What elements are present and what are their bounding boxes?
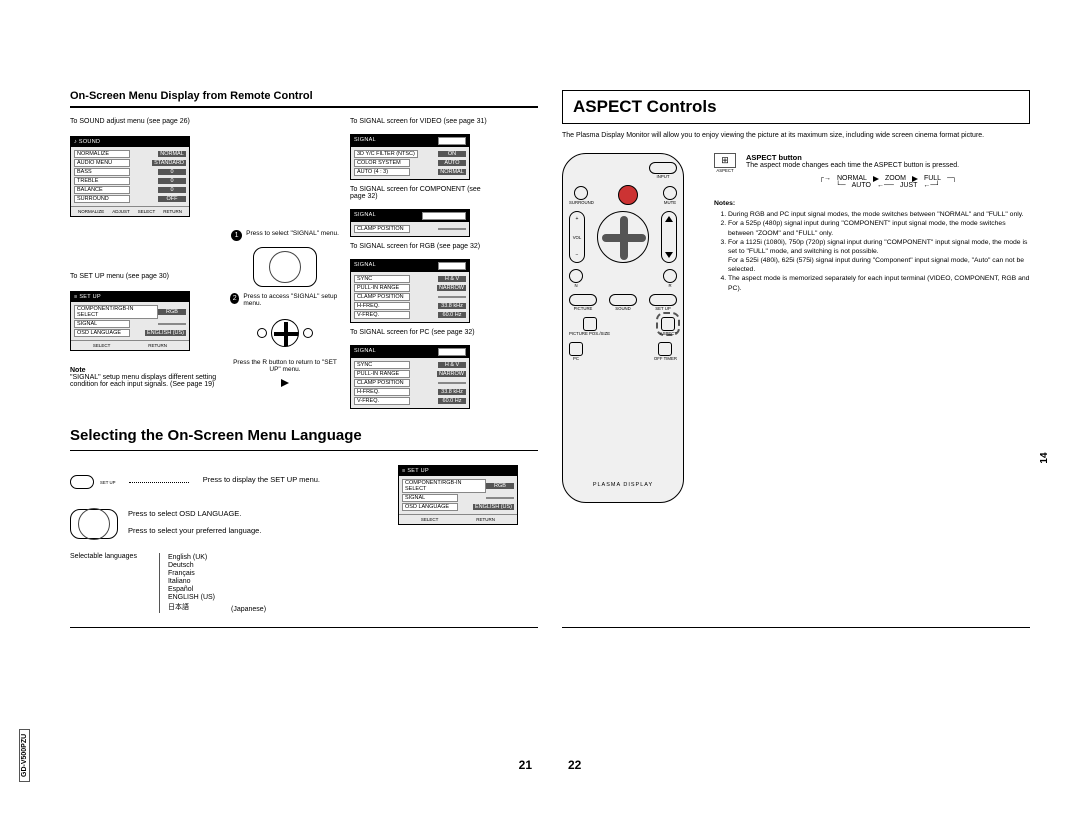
osd-sig-video: SIGNALVIDEO 3D Y/C FILTER (NTSC)ONCOLOR … — [350, 134, 470, 180]
remote-brand: PLASMA DISPLAY — [593, 482, 653, 488]
n-button — [569, 269, 583, 283]
title-aspect: ASPECT Controls — [562, 90, 1030, 124]
notes: Notes: During RGB and PC input signal mo… — [714, 199, 1030, 293]
sound-caption: To SOUND adjust menu (see page 26) — [70, 118, 220, 125]
page-num-22: 22 — [562, 758, 1030, 772]
page-22: ASPECT Controls The Plasma Display Monit… — [562, 90, 1030, 772]
sig-rgb-cap: To SIGNAL screen for RGB (see page 32) — [350, 243, 490, 250]
aspect-intro: The Plasma Display Monitor will allow yo… — [562, 132, 1030, 139]
input-button — [649, 162, 677, 174]
osd-setup: ≡ SET UP COMPONENT/RGB-IN SELECTRGBSIGNA… — [70, 291, 190, 351]
lang-step2: Press to select OSD LANGUAGE. Press to s… — [70, 509, 320, 539]
lang-label: Selectable languages — [70, 553, 137, 613]
remote-mini-icon — [253, 247, 317, 287]
osd-lang: ≡ SET UP COMPONENT/RGB-IN SELECTRGBSIGNA… — [398, 465, 518, 525]
sound-button — [609, 294, 637, 306]
upper-diagram: To SOUND adjust menu (see page 26) ♪ SOU… — [70, 118, 538, 409]
page-spread: On-Screen Menu Display from Remote Contr… — [0, 0, 1080, 832]
lang-step1: SET UP Press to display the SET UP menu. — [70, 475, 320, 489]
subtitle: On-Screen Menu Display from Remote Contr… — [70, 90, 538, 102]
osd-sig-pc: SIGNALPC SYNCH & VPULL-IN RANGENARROWCLA… — [350, 345, 470, 409]
page-num-21: 21 — [70, 758, 538, 772]
volume-rocker: +VOL− — [569, 211, 585, 263]
picpos-button — [583, 317, 597, 331]
arrow-right-icon — [281, 379, 289, 387]
osd-sound: ♪ SOUND NORMALIZENORMALAUDIO MENUSTANDAR… — [70, 136, 190, 217]
picture-button — [569, 294, 597, 306]
aspect-icon: ⊞ — [714, 153, 736, 168]
page-21: On-Screen Menu Display from Remote Contr… — [70, 90, 538, 772]
mute-button — [663, 186, 677, 200]
aspect-desc: The aspect mode changes each time the AS… — [746, 162, 1030, 169]
language-list: English (UK)DeutschFrançaisItalianoEspañ… — [159, 553, 215, 613]
n-button-icon — [303, 328, 313, 338]
aspect-hdr: ASPECT button — [746, 153, 1030, 162]
model-tag: GD-V500PZU — [19, 729, 30, 782]
japanese-note: (Japanese) — [231, 606, 266, 613]
step-1-icon: 1 — [231, 230, 242, 241]
r-button-text: Press the R button to return to "SET UP"… — [230, 359, 340, 373]
r-button-icon — [257, 328, 267, 338]
dpad-large — [597, 211, 649, 263]
signal-note: Note "SIGNAL" setup menu displays differ… — [70, 367, 220, 388]
osd-sig-rgb: SIGNALRGB SYNCH & VPULL-IN RANGENARROWCL… — [350, 259, 470, 323]
step-2-icon: 2 — [230, 293, 239, 304]
step-2-text: Press to access "SIGNAL" setup menu. — [243, 293, 340, 307]
channel-rocker — [661, 211, 677, 263]
aspect-flow: ┌→NORMAL ZOOM FULL─┐ └─AUTO ←──JUST←─┘ — [746, 175, 1030, 189]
setup-button — [649, 294, 677, 306]
pc-button — [569, 342, 583, 356]
aspect-button — [661, 317, 675, 331]
sig-comp-cap: To SIGNAL screen for COMPONENT (see page… — [350, 186, 490, 200]
step-1-text: Press to select "SIGNAL" menu. — [246, 230, 339, 237]
side-page-num: 14 — [1039, 452, 1050, 463]
remote-large: INPUT SURROUND MUTE +VOL− N R PIC — [562, 153, 684, 503]
sig-pc-cap: To SIGNAL screen for PC (see page 32) — [350, 329, 490, 336]
offtimer-button — [658, 342, 672, 356]
sig-video-cap: To SIGNAL screen for VIDEO (see page 31) — [350, 118, 490, 125]
remote-mini-icon — [70, 509, 118, 539]
setup-button-icon — [70, 475, 94, 489]
dpad-icon — [271, 319, 299, 347]
setup-caption: To SET UP menu (see page 30) — [70, 273, 220, 280]
osd-sig-comp: SIGNALCOMPONENT CLAMP POSITION — [350, 209, 470, 237]
r-button — [663, 269, 677, 283]
power-button — [618, 185, 638, 205]
surround-button — [574, 186, 588, 200]
section-lang: Selecting the On-Screen Menu Language — [70, 427, 538, 444]
